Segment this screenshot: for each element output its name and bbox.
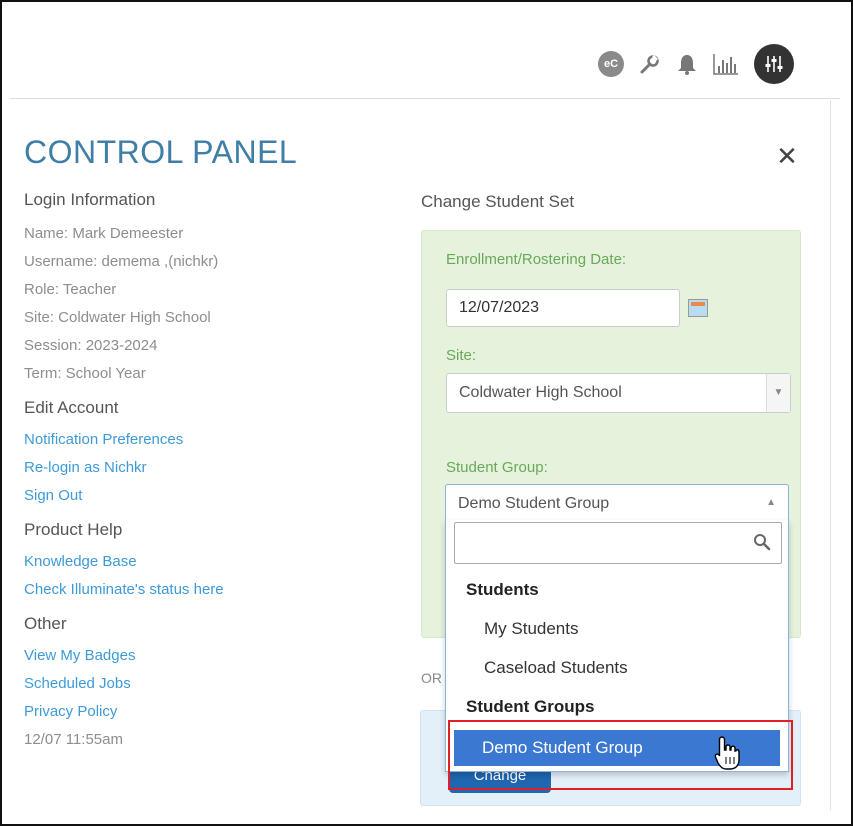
site-select[interactable]: Coldwater High School ▼ bbox=[446, 373, 791, 413]
close-icon[interactable]: ✕ bbox=[773, 142, 801, 170]
scheduled-jobs-link[interactable]: Scheduled Jobs bbox=[24, 670, 384, 698]
privacy-policy-link[interactable]: Privacy Policy bbox=[24, 698, 384, 726]
student-group-select[interactable]: Demo Student Group ▲ bbox=[445, 484, 789, 524]
edit-account-heading: Edit Account bbox=[24, 398, 119, 417]
date-label: Enrollment/Rostering Date: bbox=[446, 251, 627, 268]
calendar-icon[interactable] bbox=[688, 299, 708, 317]
panel-edge bbox=[830, 100, 831, 810]
dropdown-search-input[interactable] bbox=[454, 522, 782, 564]
student-group-value: Demo Student Group bbox=[458, 495, 610, 512]
mixer-avatar-icon[interactable] bbox=[754, 44, 794, 84]
bell-icon[interactable] bbox=[676, 52, 698, 76]
product-help-heading: Product Help bbox=[24, 520, 123, 539]
chart-icon[interactable] bbox=[712, 52, 740, 76]
site-label: Site: bbox=[446, 347, 477, 364]
page-title: CONTROL PANEL bbox=[24, 134, 298, 170]
view-badges-link[interactable]: View My Badges bbox=[24, 642, 384, 670]
student-group-label: Student Group: bbox=[446, 459, 548, 476]
change-student-set-heading: Change Student Set bbox=[421, 192, 575, 211]
login-term: Term: School Year bbox=[24, 365, 146, 382]
login-name: Name: Mark Demeester bbox=[24, 225, 184, 242]
login-info: Name: Mark Demeester Username: demema ,(… bbox=[24, 220, 384, 388]
notification-preferences-link[interactable]: Notification Preferences bbox=[24, 426, 384, 454]
login-role: Role: Teacher bbox=[24, 281, 117, 298]
login-username: Username: demema ,(nichkr) bbox=[24, 253, 219, 270]
or-separator: OR bbox=[421, 670, 442, 686]
search-icon bbox=[753, 533, 771, 556]
relogin-link[interactable]: Re-login as Nichkr bbox=[24, 454, 384, 482]
ec-icon[interactable]: eC bbox=[598, 51, 624, 77]
login-site: Site: Coldwater High School bbox=[24, 309, 211, 326]
option-my-students[interactable]: My Students bbox=[484, 619, 579, 639]
highlight-annotation-box bbox=[448, 720, 793, 790]
timestamp: 12/07 11:55am bbox=[24, 731, 123, 748]
account-column: Login Information Name: Mark Demeester U… bbox=[24, 190, 384, 754]
header-toolbar: eC bbox=[598, 44, 794, 84]
sign-out-link[interactable]: Sign Out bbox=[24, 482, 384, 510]
wrench-icon[interactable] bbox=[638, 52, 662, 76]
chevron-down-icon[interactable]: ▼ bbox=[766, 374, 790, 412]
status-link[interactable]: Check Illuminate's status here bbox=[24, 576, 384, 604]
option-group-student-groups: Student Groups bbox=[466, 697, 595, 716]
login-heading: Login Information bbox=[24, 190, 156, 209]
hand-cursor-icon bbox=[714, 735, 740, 776]
login-session: Session: 2023-2024 bbox=[24, 337, 158, 354]
chevron-up-icon[interactable]: ▲ bbox=[766, 497, 776, 508]
option-caseload-students[interactable]: Caseload Students bbox=[484, 658, 628, 678]
option-group-students: Students bbox=[466, 580, 539, 599]
site-select-value: Coldwater High School bbox=[459, 384, 622, 401]
other-heading: Other bbox=[24, 614, 67, 633]
date-input[interactable]: 12/07/2023 bbox=[446, 289, 680, 327]
header-divider bbox=[10, 98, 840, 99]
knowledge-base-link[interactable]: Knowledge Base bbox=[24, 548, 384, 576]
